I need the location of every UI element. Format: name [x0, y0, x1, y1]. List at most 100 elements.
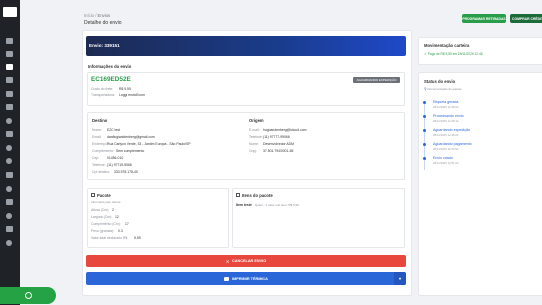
- status-badge: AGUARDANDO EXPEDIÇÃO: [353, 77, 400, 83]
- package-heading: Pacote: [97, 193, 111, 198]
- location-icon[interactable]: [6, 118, 12, 124]
- list-item: Item teste Quant.: 1 valor unit item: R$…: [236, 203, 299, 207]
- breadcrumb-home[interactable]: Início: [84, 13, 94, 18]
- package-key: Largura (Cm):: [91, 215, 113, 219]
- close-icon: ✕: [225, 259, 229, 264]
- wallet-icon[interactable]: [6, 172, 13, 178]
- whatsapp-button[interactable]: [0, 287, 56, 304]
- headset-icon[interactable]: [6, 240, 12, 246]
- envio-banner: Envio: 339151: [86, 36, 406, 56]
- status-heading: Status do envio: [424, 79, 456, 84]
- timeline-event-title: Aguardando pagamento: [433, 142, 472, 146]
- timeline-event-date: 28/11/2025 12:48:14: [433, 119, 459, 123]
- box-icon: [91, 193, 95, 197]
- timeline-event-date: 28/11/2025 12:51:00: [433, 161, 459, 165]
- package-value: 17: [125, 222, 129, 226]
- timeline-event-title: Etiqueta gerada: [433, 100, 459, 104]
- wallet-entry: Pago de R$ 9,55 em 28/11/2025 12:48: [427, 52, 483, 56]
- timeline-event-date: 28/11/2025 12:50:54: [433, 147, 459, 151]
- buy-credits-button[interactable]: COMPRAR CRÉDITOS: [510, 14, 542, 23]
- grid-icon[interactable]: [6, 51, 13, 57]
- envio-number: Envio: 339151: [89, 43, 120, 48]
- schedule-pickup-button[interactable]: PROGRAMAR RETIRADAS: [462, 14, 506, 23]
- cancel-label: CANCELAR ENVIO: [232, 259, 267, 263]
- timeline-event-title: Processando envio: [433, 114, 464, 118]
- origem-value: 37.501.794/0001-65: [263, 149, 294, 153]
- destino-key: Endereço:: [92, 142, 108, 146]
- destino-value: Sem complemento: [116, 149, 145, 153]
- dashboard-icon[interactable]: [6, 38, 13, 44]
- timeline-event-date: 28/11/2025 12:48:00: [433, 105, 459, 109]
- timeline-event-title: Aguardando expedição: [433, 128, 470, 132]
- chart-icon[interactable]: [6, 199, 13, 205]
- list-icon[interactable]: [6, 77, 13, 83]
- origem-value: Desenvolvedor ADM: [263, 142, 294, 146]
- destino-key: Telefone:: [92, 163, 106, 167]
- timeline-dot: [423, 115, 426, 118]
- check-icon: ✓: [424, 52, 427, 56]
- destino-heading: Destino: [92, 118, 108, 123]
- document-icon[interactable]: [6, 226, 13, 232]
- origem-value: hugoandenberg@icloud.com: [263, 128, 307, 132]
- status-note: Documentação do pacote: [427, 87, 462, 91]
- items-heading: Itens do pacote: [242, 193, 273, 198]
- destino-value: 333.978.178-40: [114, 170, 138, 174]
- timeline-dot: [423, 157, 426, 160]
- destino-value: E2C test: [107, 128, 121, 132]
- cancel-shipment-button[interactable]: ✕ CANCELAR ENVIO: [86, 255, 406, 267]
- package-key: Peso (gramas):: [91, 229, 115, 233]
- package-value: 5,59: [134, 236, 141, 240]
- print-options-dropdown[interactable]: ▾: [394, 272, 406, 285]
- package-key: Altura (Cm):: [91, 208, 110, 212]
- whatsapp-icon: [24, 292, 32, 299]
- destino-key: Email:: [92, 135, 102, 139]
- carrier-value: Loggi envioEcom: [118, 93, 145, 97]
- chevron-down-icon: ▾: [398, 276, 401, 281]
- timeline-event-date: 28/11/2025 12:48:24: [433, 133, 459, 137]
- package-key: Valor total declarado R$:: [91, 236, 129, 240]
- origem-heading: Origem: [249, 118, 264, 123]
- breadcrumb-current[interactable]: Envios: [98, 13, 111, 18]
- origem-key: Telefone:: [249, 135, 263, 139]
- origem-key: Cnpj:: [249, 149, 257, 153]
- printer-icon: [224, 276, 230, 281]
- origem-key: E-mail:: [249, 128, 260, 132]
- wallet-heading: Movimentação carteira: [424, 43, 470, 48]
- tag-icon[interactable]: [6, 131, 13, 137]
- destino-value: danfiugianidenberg@gmail.com: [107, 135, 155, 139]
- origem-value: (11) 97777-99066: [263, 135, 290, 139]
- truck-icon[interactable]: [6, 64, 13, 70]
- timeline-dot: [423, 129, 426, 132]
- destino-key: Nome:: [92, 128, 102, 132]
- logo: [3, 7, 17, 17]
- destino-value: Rua Carlyon Verde, 33 - Jardim Europa - …: [107, 142, 191, 146]
- destino-key: Cpf destino:: [92, 170, 111, 174]
- freight-value: R$ 9,55: [118, 87, 131, 91]
- package-subtitle: Informado pelo cliente: [91, 200, 121, 204]
- package-value: 2: [112, 208, 114, 212]
- package-value: 0.3: [118, 229, 123, 233]
- destino-value: (11) 97719-9066: [107, 163, 132, 167]
- tag-icon: [236, 193, 240, 197]
- map-pin-icon[interactable]: [6, 186, 12, 192]
- origem-key: Nome:: [249, 142, 259, 146]
- package-value: 12: [115, 215, 119, 219]
- print-thermal-button[interactable]: IMPRIMIR TÉRMICA ▾: [86, 272, 406, 285]
- destino-key: Complemento:: [92, 149, 115, 153]
- timeline-dot: [423, 101, 426, 104]
- destino-value: 01456-010: [107, 156, 124, 160]
- tools-icon[interactable]: [6, 91, 13, 97]
- pin-icon: ⚲: [424, 87, 427, 91]
- print-label: IMPRIMIR TÉRMICA: [232, 276, 268, 281]
- breadcrumb-sep: /: [95, 13, 97, 18]
- freight-label: Custo do frete:: [91, 87, 114, 91]
- sidebar: [0, 0, 20, 305]
- carrier-label: Transportadora:: [91, 93, 115, 97]
- users-icon[interactable]: [6, 158, 12, 164]
- timeline-dot: [423, 143, 426, 146]
- box-icon[interactable]: [6, 104, 13, 110]
- gear-icon[interactable]: [6, 213, 12, 219]
- page-title: Detalhe do envio: [84, 20, 122, 26]
- user-icon[interactable]: [6, 145, 12, 151]
- breadcrumb: Início / Envios: [84, 13, 110, 18]
